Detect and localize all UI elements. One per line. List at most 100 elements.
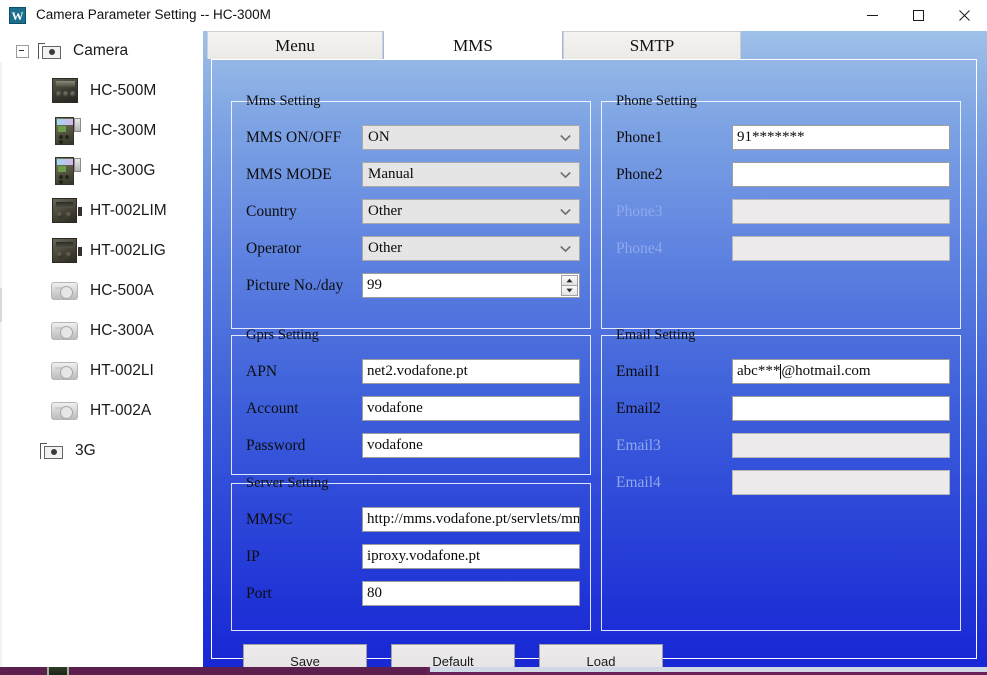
tab-mms[interactable]: MMS — [384, 31, 562, 59]
picture-no-per-day-stepper[interactable]: 99 — [362, 273, 580, 298]
group-server-setting: Server Setting MMSC http://mms.vodafone.… — [231, 483, 591, 631]
tab-mms-label: MMS — [453, 36, 493, 56]
field-password: Password vodafone — [232, 431, 590, 461]
group-email-setting: Email Setting Email1 abc***@hotmail.com … — [601, 335, 961, 631]
field-ip-label: IP — [246, 542, 260, 572]
field-phone4: Phone4 — [602, 234, 960, 264]
tree-item-ht-002li[interactable]: HT-002LI — [0, 351, 203, 391]
field-email3-label: Email3 — [616, 431, 661, 461]
tree-item-ht-002a[interactable]: HT-002A — [0, 391, 203, 431]
app-icon-glyph: W — [12, 10, 24, 22]
field-phone1: Phone1 91******* — [602, 123, 960, 153]
caret-down-icon — [566, 288, 573, 293]
tree-item-label: HC-300M — [90, 122, 156, 140]
tree-node-3g-label: 3G — [75, 442, 96, 460]
minimize-button[interactable] — [849, 0, 895, 30]
field-mms-onoff: MMS ON/OFF ON — [232, 123, 590, 153]
field-phone2: Phone2 — [602, 160, 960, 190]
tree-item-label: HC-500M — [90, 82, 156, 100]
group-gprs-legend: Gprs Setting — [241, 326, 324, 344]
taskbar-camera-icon[interactable] — [47, 667, 69, 675]
field-mms-mode-label: MMS MODE — [246, 160, 332, 190]
apn-input[interactable]: net2.vodafone.pt — [362, 359, 580, 384]
field-operator-label: Operator — [246, 234, 301, 264]
tree-node-camera[interactable]: Camera — [0, 31, 203, 71]
port-input[interactable]: 80 — [362, 581, 580, 606]
tree-item-hc-300m[interactable]: HC-300M — [0, 111, 203, 151]
taskbar-light-strip — [430, 667, 987, 672]
camera-node-icon — [40, 441, 66, 461]
field-picture-no-per-day-label: Picture No./day — [246, 271, 343, 301]
password-value: vodafone — [367, 437, 423, 454]
chevron-down-icon — [560, 245, 571, 252]
mmsc-input[interactable]: http://mms.vodafone.pt/servlets/mms — [362, 507, 580, 532]
group-mms-setting: Mms Setting MMS ON/OFF ON MMS MODE Manua… — [231, 101, 591, 329]
close-button[interactable] — [941, 0, 987, 30]
tree-item-ht-002lim[interactable]: HT-002LIM — [0, 191, 203, 231]
email1-value-before-caret: abc*** — [737, 363, 780, 380]
mms-onoff-select[interactable]: ON — [362, 125, 580, 150]
maximize-icon — [912, 9, 925, 22]
phone2-input[interactable] — [732, 162, 950, 187]
group-phone-setting: Phone Setting Phone1 91******* Phone2 Ph… — [601, 101, 961, 329]
tree-item-hc-300g[interactable]: HC-300G — [0, 151, 203, 191]
device-tree-panel[interactable]: Camera HC-500M HC-300M — [0, 31, 204, 667]
email2-input[interactable] — [732, 396, 950, 421]
tree-node-3g[interactable]: 3G — [0, 431, 203, 471]
group-mms-legend: Mms Setting — [241, 92, 326, 110]
email1-input[interactable]: abc***@hotmail.com — [732, 359, 950, 384]
minimize-icon — [866, 9, 879, 22]
tab-menu[interactable]: Menu — [207, 31, 383, 59]
tab-smtp-label: SMTP — [630, 36, 674, 56]
phone1-input[interactable]: 91******* — [732, 125, 950, 150]
close-icon — [958, 9, 971, 22]
application-window: W Camera Parameter Setting -- HC-300M — [0, 0, 987, 675]
field-phone3-label: Phone3 — [616, 197, 663, 227]
country-select[interactable]: Other — [362, 199, 580, 224]
field-email1-label: Email1 — [616, 357, 661, 387]
tab-smtp[interactable]: SMTP — [563, 31, 741, 59]
collapse-box-icon[interactable] — [16, 45, 29, 58]
operator-value: Other — [368, 240, 402, 257]
account-input[interactable]: vodafone — [362, 396, 580, 421]
operator-select[interactable]: Other — [362, 236, 580, 261]
stepper-down-button[interactable] — [561, 286, 578, 296]
window-title: Camera Parameter Setting -- HC-300M — [36, 7, 271, 22]
app-icon: W — [9, 7, 26, 24]
tree-item-ht-002lig[interactable]: HT-002LIG — [0, 231, 203, 271]
ip-input[interactable]: iproxy.vodafone.pt — [362, 544, 580, 569]
tree-item-hc-500m[interactable]: HC-500M — [0, 71, 203, 111]
tab-menu-label: Menu — [275, 36, 315, 56]
phone4-input — [732, 236, 950, 261]
tree-item-label: HT-002A — [90, 402, 151, 420]
field-port: Port 80 — [232, 579, 590, 609]
field-email4: Email4 — [602, 468, 960, 498]
password-input[interactable]: vodafone — [362, 433, 580, 458]
tree-item-label: HC-500A — [90, 282, 154, 300]
field-mms-onoff-label: MMS ON/OFF — [246, 123, 341, 153]
group-gprs-setting: Gprs Setting APN net2.vodafone.pt Accoun… — [231, 335, 591, 475]
ip-value: iproxy.vodafone.pt — [367, 548, 480, 565]
mms-mode-value: Manual — [368, 166, 414, 183]
maximize-button[interactable] — [895, 0, 941, 30]
phone3-input — [732, 199, 950, 224]
field-email3: Email3 — [602, 431, 960, 461]
tree-item-hc-300a[interactable]: HC-300A — [0, 311, 203, 351]
stepper-buttons[interactable] — [561, 275, 578, 296]
field-account: Account vodafone — [232, 394, 590, 424]
field-apn-label: APN — [246, 357, 277, 387]
field-country: Country Other — [232, 197, 590, 227]
tree-item-label: HT-002LIM — [90, 202, 167, 220]
phone1-value: 91******* — [737, 129, 805, 146]
camera-thumb-gray-icon — [48, 396, 82, 426]
mms-mode-select[interactable]: Manual — [362, 162, 580, 187]
field-email2-label: Email2 — [616, 394, 661, 424]
field-operator: Operator Other — [232, 234, 590, 264]
stepper-up-button[interactable] — [561, 275, 578, 286]
tree-item-label: HC-300A — [90, 322, 154, 340]
device-tree: Camera HC-500M HC-300M — [0, 31, 203, 471]
group-phone-legend: Phone Setting — [611, 92, 702, 110]
field-country-label: Country — [246, 197, 297, 227]
tree-item-hc-500a[interactable]: HC-500A — [0, 271, 203, 311]
tree-node-camera-label: Camera — [73, 42, 128, 60]
